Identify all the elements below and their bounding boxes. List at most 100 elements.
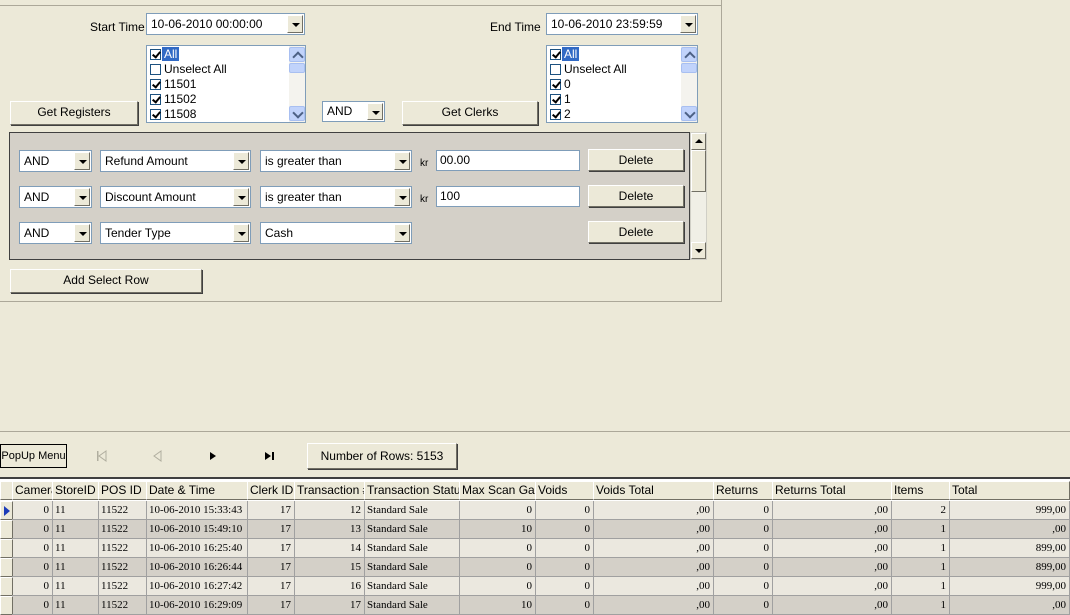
table-cell[interactable]: 17 (294, 596, 365, 615)
table-cell[interactable]: 17 (247, 596, 295, 615)
chevron-down-icon[interactable] (680, 15, 696, 33)
get-clerks-button[interactable]: Get Clerks (402, 101, 538, 125)
checkbox[interactable] (150, 79, 161, 90)
scroll-up-icon[interactable] (681, 47, 697, 62)
table-cell[interactable]: 17 (247, 558, 295, 577)
table-cell[interactable]: 0 (713, 501, 773, 520)
delete-button[interactable]: Delete (588, 185, 684, 207)
table-cell[interactable]: Standard Sale (364, 596, 460, 615)
table-cell[interactable]: 0 (535, 520, 594, 539)
table-cell[interactable]: Standard Sale (364, 520, 460, 539)
table-row[interactable]: 0 11 11522 10-06-2010 15:49:10 17 13 Standard … (0, 520, 1070, 539)
table-cell[interactable]: 0 (535, 539, 594, 558)
table-cell[interactable]: 0 (713, 577, 773, 596)
table-cell[interactable]: 16 (294, 577, 365, 596)
chevron-down-icon[interactable] (394, 188, 410, 206)
table-cell[interactable]: 0 (535, 577, 594, 596)
table-cell[interactable]: ,00 (772, 539, 892, 558)
operator-select[interactable]: is greater than (260, 150, 412, 172)
table-cell[interactable]: ,00 (949, 596, 1070, 615)
table-cell[interactable]: 11522 (98, 596, 147, 615)
checkbox[interactable] (150, 94, 161, 105)
table-cell[interactable]: 11522 (98, 558, 147, 577)
delete-button[interactable]: Delete (588, 221, 684, 243)
table-row[interactable]: 0 11 11522 10-06-2010 16:25:40 17 14 Standard … (0, 539, 1070, 558)
table-cell[interactable]: 2 (891, 501, 950, 520)
table-cell[interactable]: 0 (535, 558, 594, 577)
scroll-thumb[interactable] (681, 63, 697, 73)
table-cell[interactable]: ,00 (949, 520, 1070, 539)
table-cell[interactable]: ,00 (772, 558, 892, 577)
table-cell[interactable]: ,00 (772, 520, 892, 539)
chevron-down-icon[interactable] (287, 15, 303, 33)
operator-select[interactable]: is greater than (260, 186, 412, 208)
table-row[interactable]: 0 11 11522 10-06-2010 16:27:42 17 16 Standard … (0, 577, 1070, 596)
column-header-items[interactable]: Items (891, 481, 950, 500)
list-item[interactable]: 11502 (147, 92, 305, 107)
chevron-down-icon[interactable] (233, 152, 249, 170)
checkbox[interactable] (150, 49, 161, 60)
previous-record-icon[interactable] (151, 450, 163, 462)
checkbox[interactable] (550, 49, 561, 60)
table-cell[interactable]: 11 (52, 596, 99, 615)
column-header-datetime[interactable]: Date & Time (146, 481, 248, 500)
list-item[interactable]: 1 (547, 92, 697, 107)
column-header-returns[interactable]: Returns (713, 481, 773, 500)
chevron-down-icon[interactable] (74, 224, 90, 242)
table-cell[interactable]: 11522 (98, 577, 147, 596)
logic-select[interactable]: AND (19, 186, 92, 208)
clerks-scrollbar[interactable] (681, 46, 697, 122)
table-cell[interactable]: 0 (12, 596, 53, 615)
column-header-voids[interactable]: Voids (535, 481, 594, 500)
column-header-transaction-status[interactable]: Transaction Status (364, 481, 460, 500)
table-cell[interactable]: 10-06-2010 16:26:44 (146, 558, 248, 577)
table-cell[interactable]: 999,00 (949, 501, 1070, 520)
table-cell[interactable]: 11522 (98, 539, 147, 558)
table-cell[interactable]: 899,00 (949, 558, 1070, 577)
table-cell[interactable]: 10-06-2010 16:27:42 (146, 577, 248, 596)
last-record-icon[interactable] (263, 451, 277, 461)
scroll-down-icon[interactable] (289, 106, 305, 121)
list-item[interactable]: 11508 (147, 107, 305, 122)
table-cell[interactable]: 0 (459, 577, 536, 596)
table-cell[interactable]: 12 (294, 501, 365, 520)
clerks-list[interactable]: All Unselect All 0 1 2 (546, 45, 698, 123)
table-cell[interactable]: 14 (294, 539, 365, 558)
table-cell[interactable]: 13 (294, 520, 365, 539)
table-cell[interactable]: 0 (713, 520, 773, 539)
table-cell[interactable]: 11522 (98, 520, 147, 539)
column-header-posid[interactable]: POS ID (98, 481, 147, 500)
field-select[interactable]: Refund Amount (100, 150, 251, 172)
popup-menu-button[interactable]: PopUp Menu (0, 444, 67, 468)
list-item[interactable]: Unselect All (547, 62, 697, 77)
logic-select[interactable]: AND (19, 222, 92, 244)
table-cell[interactable]: 899,00 (949, 539, 1070, 558)
checkbox[interactable] (550, 94, 561, 105)
table-cell[interactable]: 10-06-2010 15:49:10 (146, 520, 248, 539)
table-row[interactable]: 0 11 11522 10-06-2010 16:26:44 17 15 Standard … (0, 558, 1070, 577)
table-cell[interactable]: 17 (247, 539, 295, 558)
table-cell[interactable]: 17 (247, 520, 295, 539)
checkbox[interactable] (550, 109, 561, 120)
list-item[interactable]: 2 (547, 107, 697, 122)
table-row[interactable]: 0 11 11522 10-06-2010 16:29:09 17 17 Standard … (0, 596, 1070, 615)
column-header-camera[interactable]: Camera (12, 481, 53, 500)
table-cell[interactable]: 1 (891, 539, 950, 558)
table-cell[interactable]: 999,00 (949, 577, 1070, 596)
table-cell[interactable]: 0 (12, 520, 53, 539)
column-header-transaction[interactable]: Transaction # (294, 481, 365, 500)
first-record-icon[interactable] (95, 450, 109, 462)
table-cell[interactable]: 0 (12, 539, 53, 558)
table-cell[interactable]: 0 (459, 539, 536, 558)
table-cell[interactable]: 10-06-2010 16:29:09 (146, 596, 248, 615)
chevron-down-icon[interactable] (367, 103, 383, 120)
column-header-total[interactable]: Total (949, 481, 1070, 500)
table-cell[interactable]: 0 (12, 577, 53, 596)
column-header-returns-total[interactable]: Returns Total (772, 481, 892, 500)
table-cell[interactable]: 15 (294, 558, 365, 577)
table-cell[interactable]: 1 (891, 520, 950, 539)
table-row[interactable]: 0 11 11522 10-06-2010 15:33:43 17 12 Standard … (0, 501, 1070, 520)
table-cell[interactable]: 0 (713, 539, 773, 558)
table-cell[interactable]: 17 (247, 577, 295, 596)
checkbox[interactable] (550, 64, 561, 75)
